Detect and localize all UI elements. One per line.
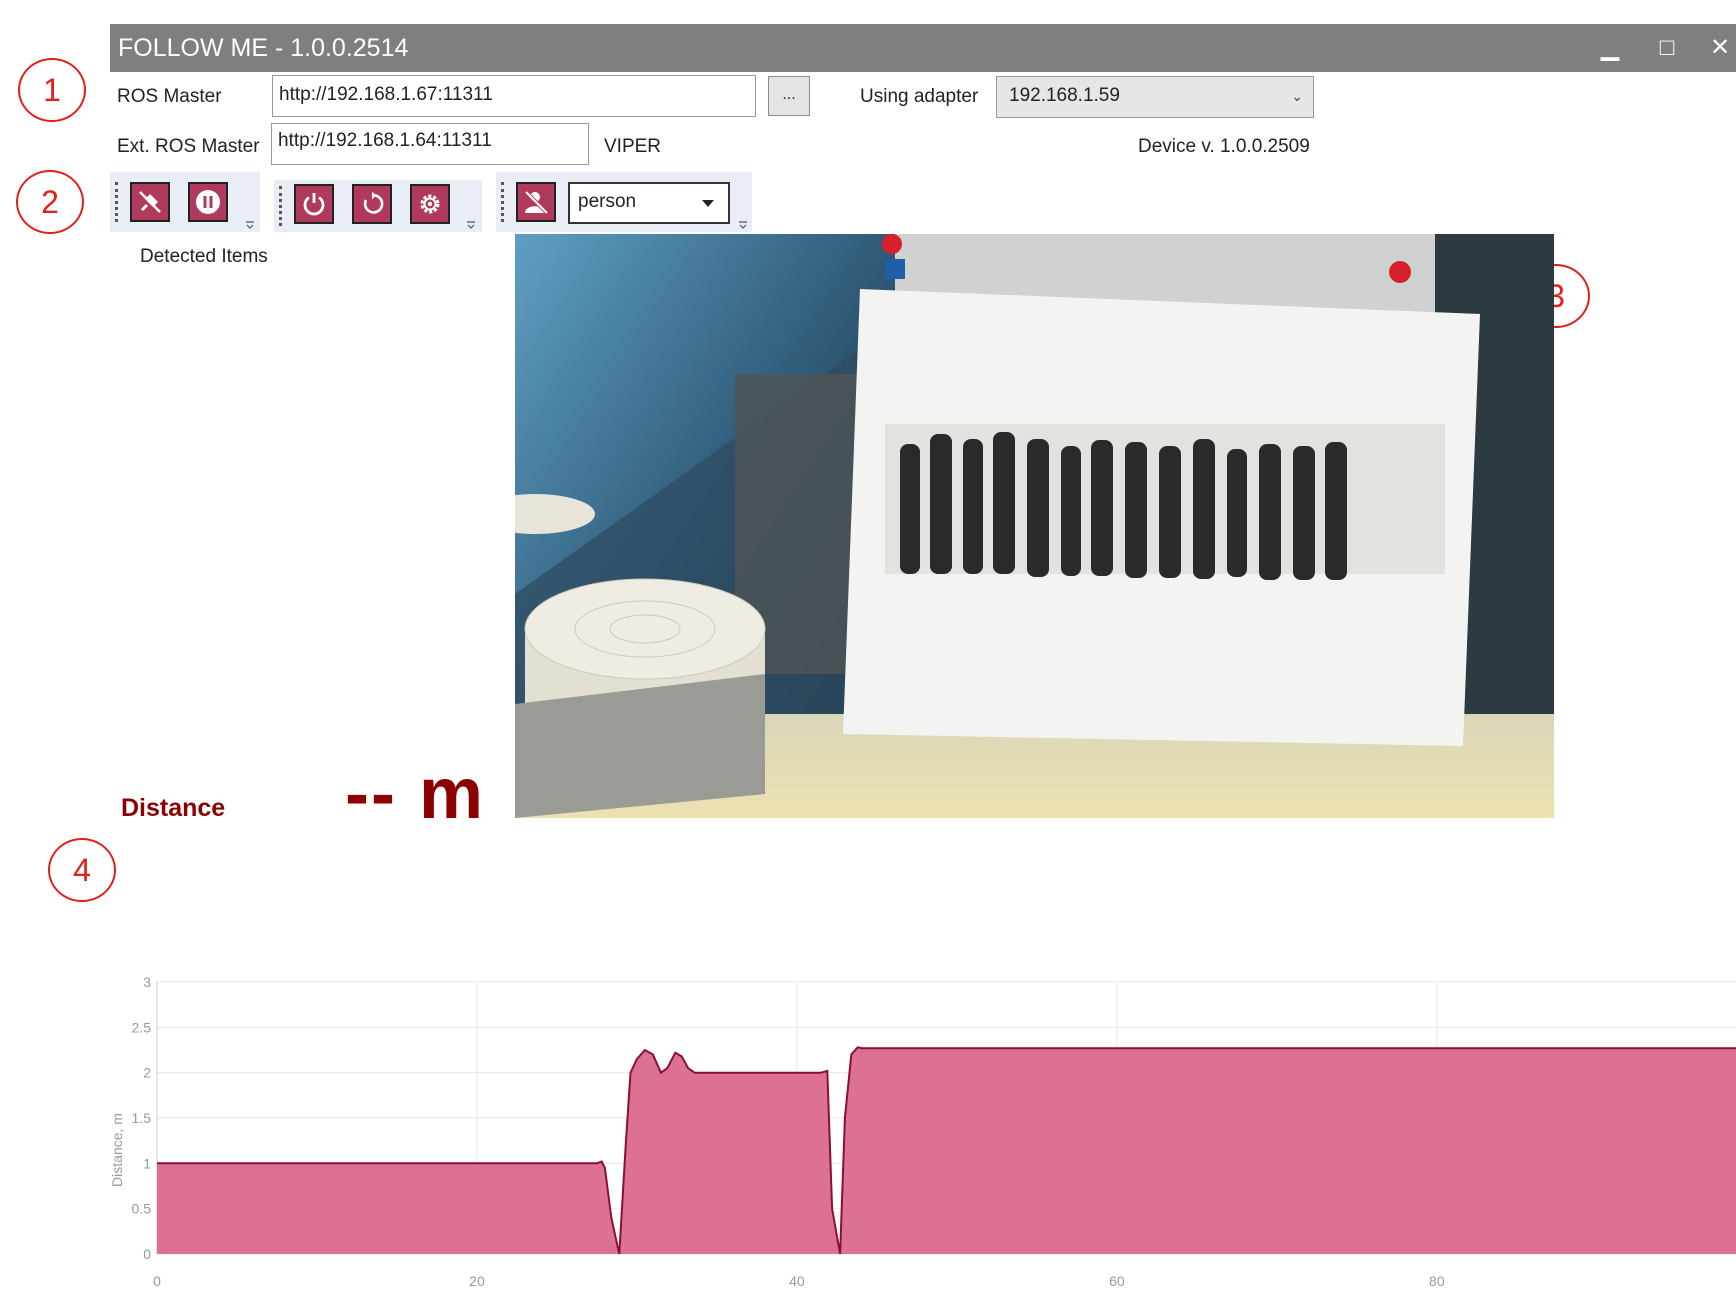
person-off-icon <box>524 190 549 215</box>
disconnect-icon <box>139 191 161 213</box>
window-title: FOLLOW ME - 1.0.0.2514 <box>118 34 409 62</box>
camera-image <box>515 234 1554 818</box>
ext-ros-master-input[interactable]: http://192.168.1.64:11311 <box>271 123 589 165</box>
y-tick-label: 1.5 <box>132 1110 152 1126</box>
x-tick-label: 80 <box>1429 1273 1445 1289</box>
x-tick-label: 0 <box>153 1273 161 1289</box>
title-bar: FOLLOW ME - 1.0.0.2514 ▁ □ ✕ <box>110 24 1736 72</box>
reset-button[interactable] <box>352 184 392 224</box>
toolbar-group-target: person <box>496 172 752 232</box>
ros-master-input[interactable]: http://192.168.1.67:11311 <box>272 75 756 117</box>
x-tick-labels: 0 20 40 60 80 <box>153 1273 1445 1289</box>
target-class-select[interactable]: person <box>568 182 730 224</box>
settings-button[interactable] <box>410 184 450 224</box>
detected-items-label: Detected Items <box>140 246 268 267</box>
y-axis-label: Distance, m <box>109 1113 125 1187</box>
distance-value: -- m <box>345 754 485 834</box>
target-class-value: person <box>578 191 637 212</box>
pause-icon <box>196 190 220 214</box>
toolbar-grip[interactable] <box>115 182 120 222</box>
y-tick-label: 3 <box>143 974 151 990</box>
y-tick-label: 1 <box>143 1155 151 1171</box>
overflow-icon[interactable] <box>466 219 476 229</box>
camera-feed <box>515 234 1554 818</box>
ext-ros-master-label: Ext. ROS Master <box>117 136 260 157</box>
pause-button[interactable] <box>188 182 228 222</box>
distance-chart: 0 0.5 1 1.5 2 2.5 3 0 20 40 60 80 Distance, m <box>109 974 1736 1289</box>
power-icon <box>303 193 325 216</box>
annotation-4: 4 <box>48 838 116 902</box>
maximize-icon[interactable]: □ <box>1647 32 1687 64</box>
caret-down-icon <box>702 200 714 207</box>
device-version: Device v. 1.0.0.2509 <box>1138 136 1310 157</box>
toolbar-grip[interactable] <box>501 182 506 222</box>
y-tick-label: 0 <box>143 1246 151 1262</box>
y-tick-label: 0.5 <box>132 1201 152 1217</box>
x-tick-label: 60 <box>1109 1273 1125 1289</box>
adapter-value: 192.168.1.59 <box>1009 85 1120 106</box>
disconnect-button[interactable] <box>130 182 170 222</box>
minimize-icon[interactable]: ▁ <box>1590 32 1630 64</box>
annotation-2: 2 <box>16 170 84 234</box>
adapter-select[interactable]: 192.168.1.59 ⌄ <box>996 76 1314 118</box>
toolbar-group-device <box>274 180 482 232</box>
x-tick-label: 40 <box>789 1273 805 1289</box>
overflow-icon[interactable] <box>738 219 748 229</box>
y-tick-label: 2 <box>143 1065 151 1081</box>
distance-label: Distance <box>121 794 226 822</box>
reset-icon <box>363 191 384 214</box>
adapter-label: Using adapter <box>860 86 979 107</box>
distance-area <box>157 1047 1736 1254</box>
ros-master-label: ROS Master <box>117 86 222 107</box>
chevron-down-icon: ⌄ <box>1291 88 1303 104</box>
target-toggle-button[interactable] <box>516 182 556 222</box>
power-button[interactable] <box>294 184 334 224</box>
settings-icon <box>420 194 440 214</box>
toolbar-grip[interactable] <box>279 186 284 226</box>
robot-name: VIPER <box>604 136 662 157</box>
y-tick-label: 2.5 <box>132 1019 152 1035</box>
close-icon[interactable]: ✕ <box>1700 32 1736 64</box>
y-tick-labels: 0 0.5 1 1.5 2 2.5 3 <box>132 974 152 1262</box>
annotation-1: 1 <box>18 58 86 122</box>
overflow-icon[interactable] <box>245 219 255 229</box>
browse-button[interactable]: ... <box>768 76 810 116</box>
toolbar-group-connection <box>110 172 260 232</box>
x-tick-label: 20 <box>469 1273 485 1289</box>
